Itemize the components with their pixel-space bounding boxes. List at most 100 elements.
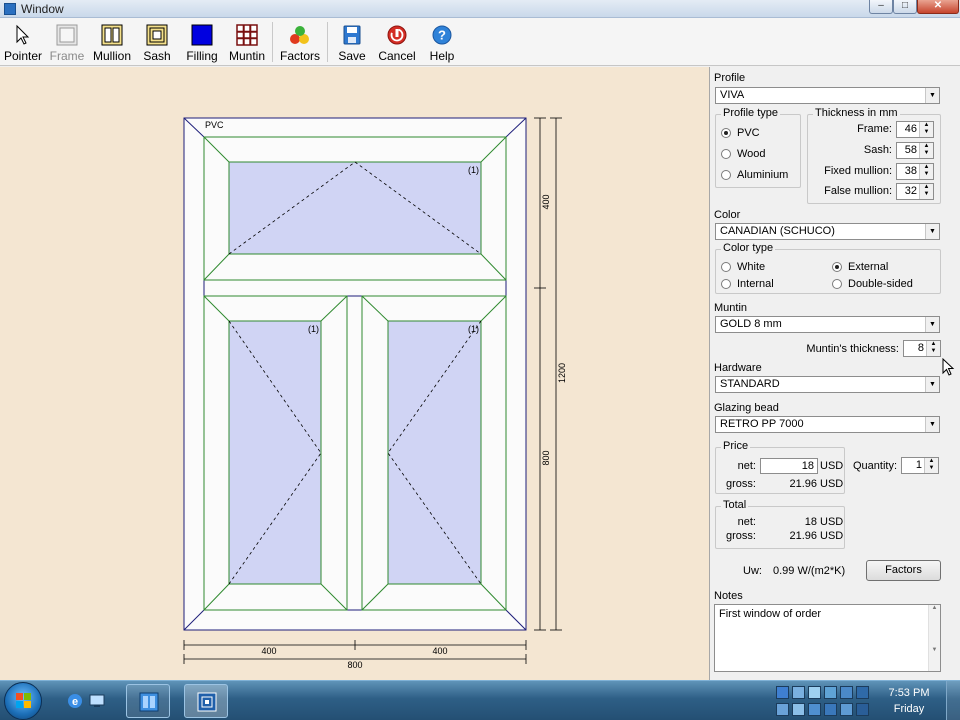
tray-app-icon[interactable] <box>824 686 837 699</box>
color-type-group: Color type White External Internal Doubl… <box>715 242 941 294</box>
save-tool-label: Save <box>338 49 366 63</box>
quantity-label: Quantity: <box>853 460 898 472</box>
title-bar: Window – □ ✕ <box>0 0 960 18</box>
chevron-down-icon: ▼ <box>925 417 939 432</box>
internet-explorer-icon[interactable]: e <box>66 692 84 710</box>
color-type-internal-radio[interactable]: Internal <box>721 277 774 291</box>
dimension-top-height: 400 <box>541 194 551 209</box>
color-type-white-radio[interactable]: White <box>721 260 765 274</box>
left-sash[interactable] <box>203 295 348 611</box>
tray-app-icon[interactable] <box>840 686 853 699</box>
price-gross-value: 21.96 <box>789 478 817 490</box>
chevron-down-icon: ▼ <box>925 224 939 239</box>
sash-icon <box>146 24 168 46</box>
window-drawing[interactable]: PVC (1) (1) (1) 400 800 1200 400 400 800 <box>0 67 710 680</box>
total-net-label: net: <box>737 516 756 528</box>
color-label: Color <box>714 209 741 221</box>
stepper-arrows-icon: ▲ ▼ <box>919 164 933 179</box>
network-icon[interactable] <box>856 703 869 716</box>
factors-tool-button[interactable]: Factors <box>277 20 323 64</box>
right-sash[interactable] <box>361 295 507 611</box>
stepper-value: 8 <box>917 342 924 354</box>
drawing-canvas[interactable]: PVC (1) (1) (1) 400 800 1200 400 400 800 <box>0 67 710 680</box>
muntin-thickness-stepper[interactable]: 8 ▲ ▼ <box>903 340 941 357</box>
fixed-mullion-thickness-stepper[interactable]: 38 ▲ ▼ <box>896 163 934 180</box>
notes-scrollbar[interactable]: ▲ ▼ <box>928 605 940 671</box>
color-type-external-radio[interactable]: External <box>832 260 888 274</box>
window-title: Window <box>21 2 64 16</box>
svg-text:?: ? <box>438 28 446 43</box>
svg-text:e: e <box>72 696 78 708</box>
dimension-bottom-height: 800 <box>541 450 551 465</box>
cancel-icon <box>387 25 407 45</box>
help-icon: ? <box>432 25 452 45</box>
taskbar-clock[interactable]: 7:53 PM Friday <box>876 685 942 717</box>
help-tool-button[interactable]: ? Help <box>422 20 462 64</box>
stepper-value: 58 <box>904 144 917 156</box>
price-gross-label: gross: <box>726 478 756 490</box>
glazing-bead-value: RETRO PP 7000 <box>720 418 804 430</box>
muntin-tool-button[interactable]: Muntin <box>225 20 269 64</box>
profile-label: Profile <box>714 72 746 84</box>
dimension-total-height: 1200 <box>557 363 567 383</box>
minimize-button[interactable]: – <box>869 0 893 14</box>
frame-thickness-stepper[interactable]: 46 ▲ ▼ <box>896 121 934 138</box>
price-net-input[interactable]: 18 <box>760 458 818 474</box>
false-mullion-thickness-stepper[interactable]: 32 ▲ ▼ <box>896 183 934 200</box>
pointer-tool-button[interactable]: Pointer <box>2 20 44 64</box>
quantity-stepper[interactable]: 1 ▲ ▼ <box>901 457 939 474</box>
show-desktop-button[interactable] <box>946 681 960 720</box>
sash-tool-button[interactable]: Sash <box>136 20 178 64</box>
top-sash[interactable] <box>203 136 507 281</box>
sash-thickness-stepper[interactable]: 58 ▲ ▼ <box>896 142 934 159</box>
muntin-dropdown[interactable]: GOLD 8 mm ▼ <box>715 316 940 333</box>
total-gross-value: 21.96 <box>789 530 817 542</box>
profile-type-wood-radio[interactable]: Wood <box>721 147 766 161</box>
close-button[interactable]: ✕ <box>917 0 959 14</box>
color-dropdown[interactable]: CANADIAN (SCHUCO) ▼ <box>715 223 940 240</box>
clock-day: Friday <box>893 703 925 715</box>
color-type-double-sided-radio[interactable]: Double-sided <box>832 277 913 291</box>
tray-app-icon[interactable] <box>808 703 821 716</box>
muntin-icon <box>236 24 258 46</box>
taskbar-window-button[interactable] <box>184 684 228 718</box>
profile-type-pvc-radio[interactable]: PVC <box>721 126 760 140</box>
tray-app-icon[interactable] <box>792 703 805 716</box>
filling-tool-button[interactable]: Filling <box>181 20 223 64</box>
show-desktop-quick-icon[interactable] <box>88 692 106 710</box>
stepper-value: 1 <box>915 459 922 471</box>
profile-value: VIVA <box>720 89 745 101</box>
muntin-thickness-label: Muntin's thickness: <box>806 343 899 355</box>
profile-type-aluminium-radio[interactable]: Aluminium <box>721 168 788 182</box>
frame-tool-button[interactable]: Frame <box>46 20 88 64</box>
radio-selected-icon <box>721 128 731 138</box>
hardware-dropdown[interactable]: STANDARD ▼ <box>715 376 940 393</box>
frame-icon <box>56 24 78 46</box>
factors-tool-label: Factors <box>279 49 320 63</box>
clock-time: 7:53 PM <box>888 687 930 699</box>
tray-app-icon[interactable] <box>808 686 821 699</box>
tray-app-icon[interactable] <box>776 686 789 699</box>
start-button[interactable] <box>4 682 42 720</box>
factors-button[interactable]: Factors <box>866 560 941 581</box>
volume-icon[interactable] <box>856 686 869 699</box>
save-tool-button[interactable]: Save <box>332 20 372 64</box>
tray-app-icon[interactable] <box>776 703 789 716</box>
glazing-bead-dropdown[interactable]: RETRO PP 7000 ▼ <box>715 416 940 433</box>
mullion-tool-button[interactable]: Mullion <box>90 20 134 64</box>
cancel-tool-label: Cancel <box>378 49 416 63</box>
total-net-unit: USD <box>820 516 844 528</box>
notes-textarea[interactable]: First window of order ▲ ▼ <box>714 604 941 672</box>
profile-type-title: Profile type <box>721 107 781 119</box>
radio-icon <box>832 279 842 289</box>
tray-app-icon[interactable] <box>824 703 837 716</box>
tray-app-icon[interactable] <box>792 686 805 699</box>
total-gross-unit: USD <box>820 530 844 542</box>
profile-dropdown[interactable]: VIVA ▼ <box>715 87 940 104</box>
total-title: Total <box>721 499 749 511</box>
tray-app-icon[interactable] <box>840 703 853 716</box>
cancel-tool-button[interactable]: Cancel <box>376 20 418 64</box>
taskbar-app-button[interactable] <box>126 684 170 718</box>
radio-icon <box>721 170 731 180</box>
maximize-button[interactable]: □ <box>893 0 917 14</box>
